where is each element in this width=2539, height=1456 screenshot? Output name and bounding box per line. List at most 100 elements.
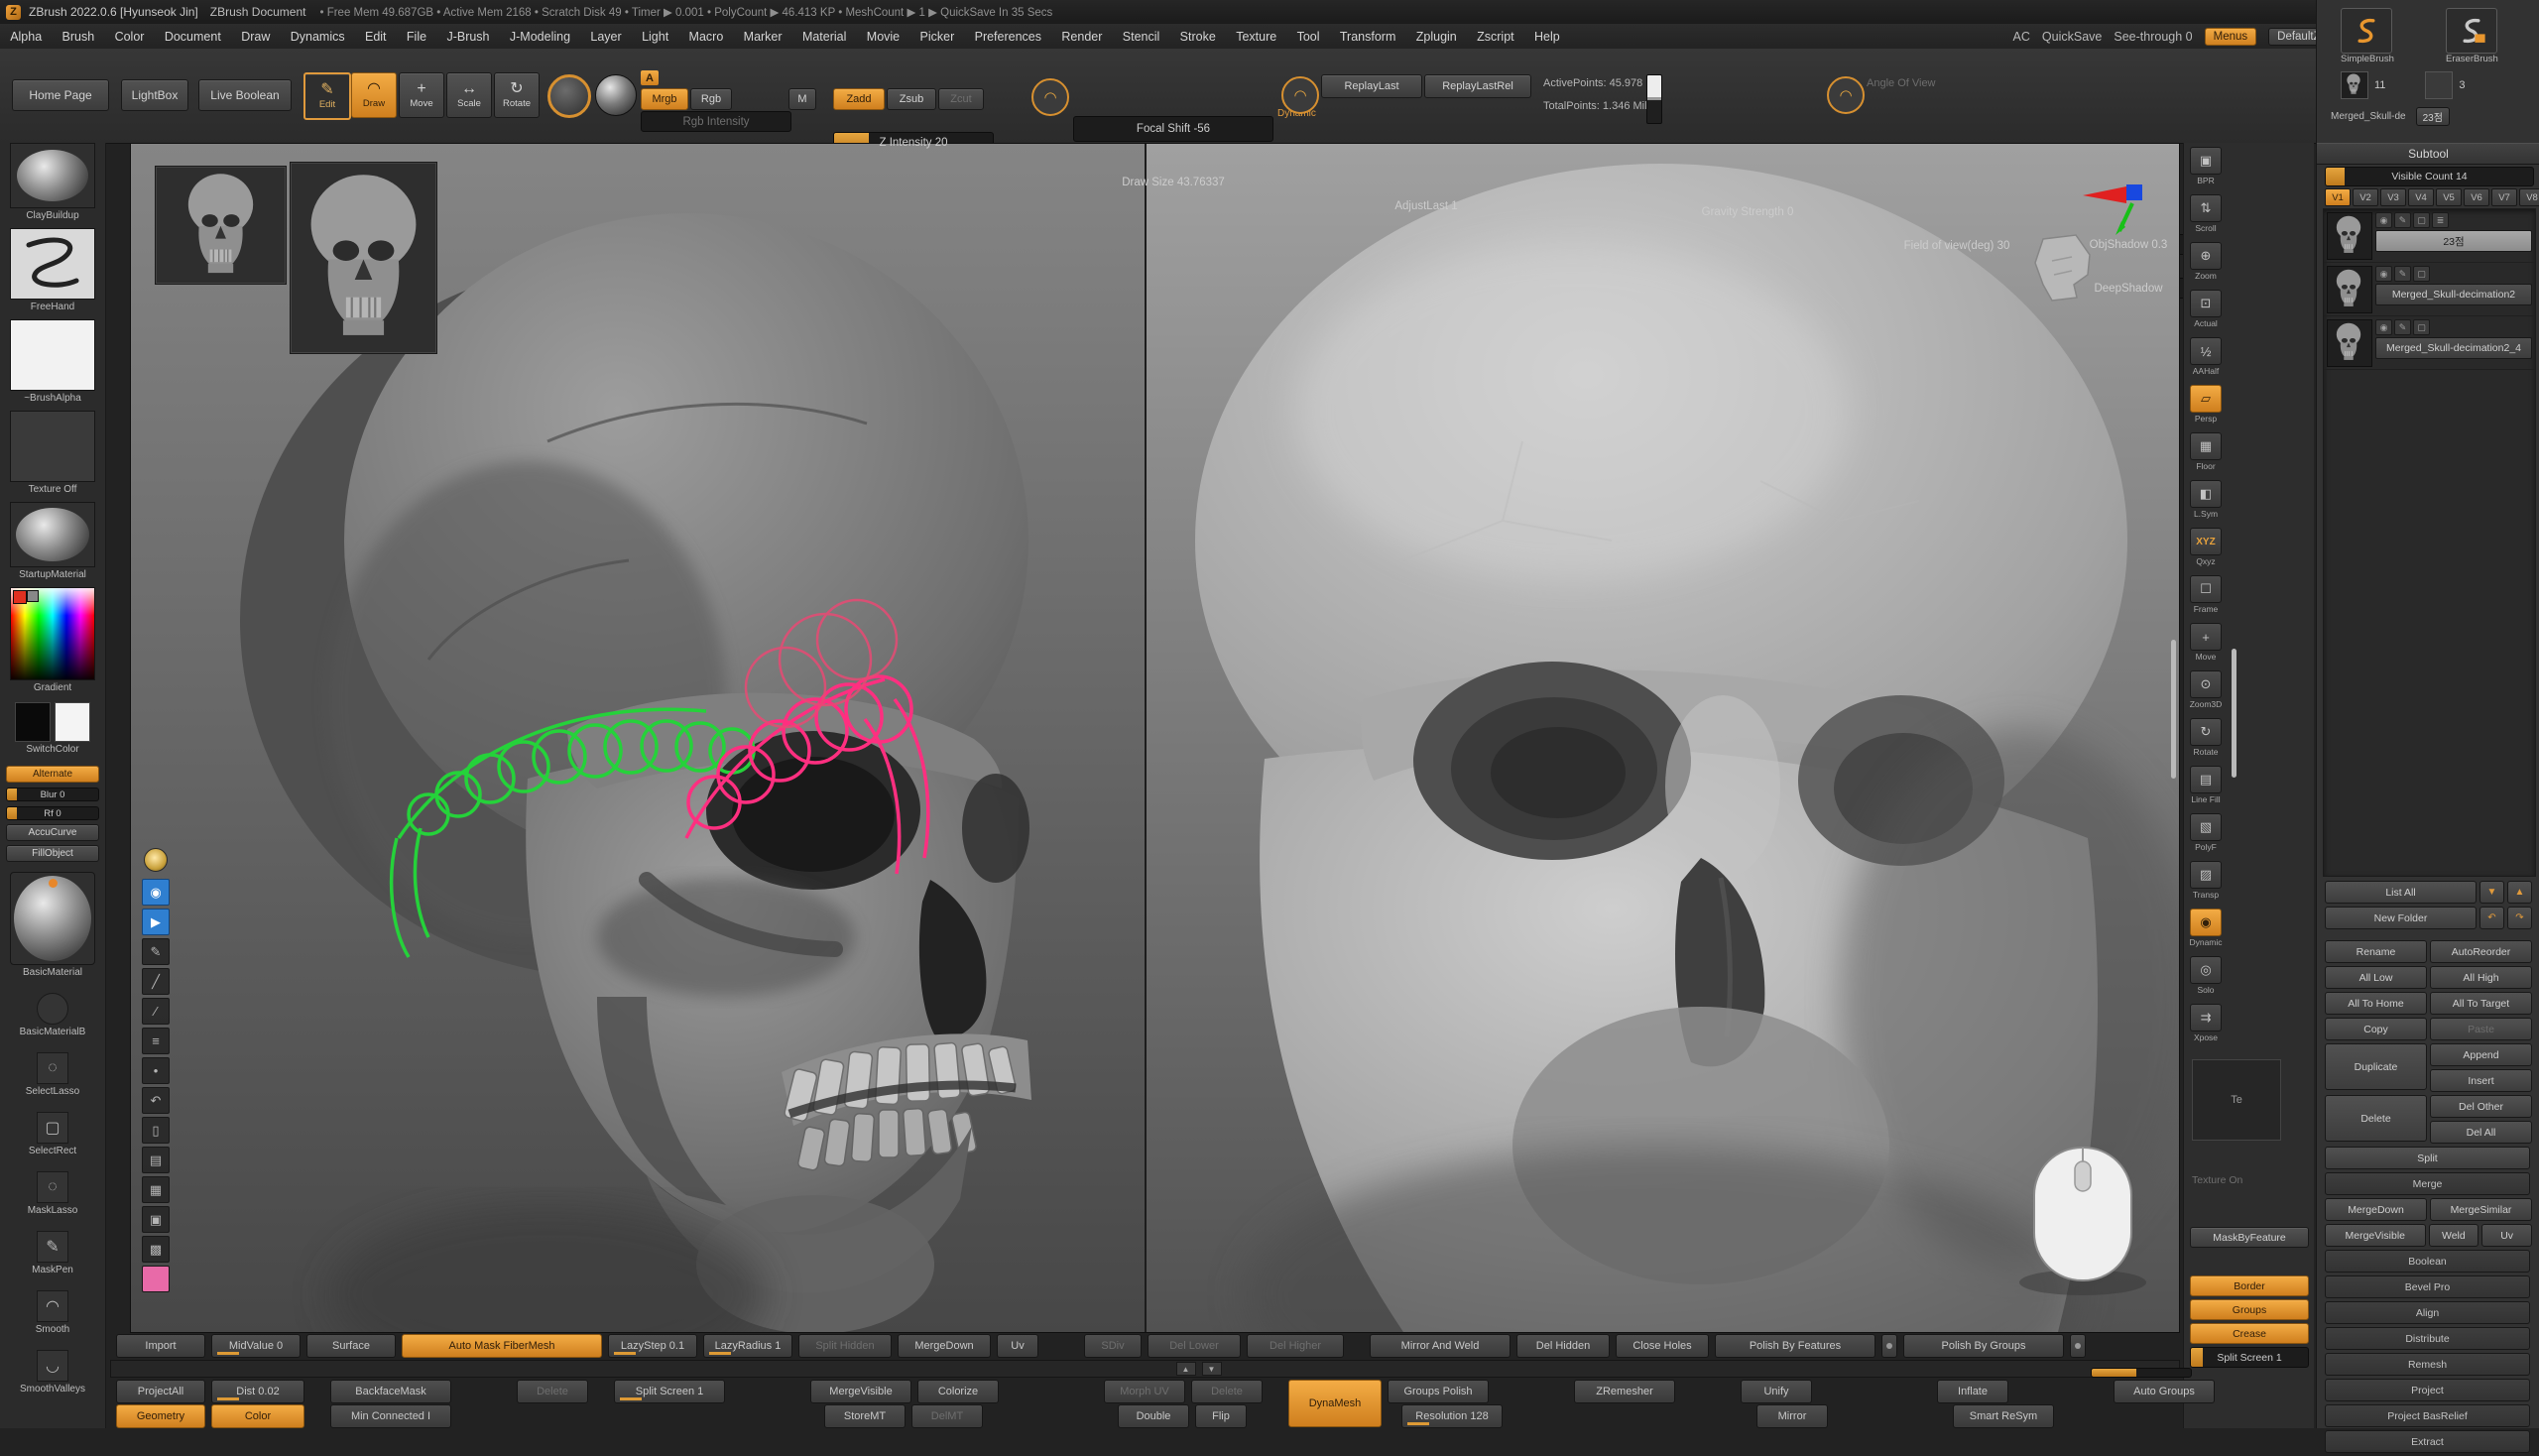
sidebar-tool-icon[interactable]: ▢	[37, 1112, 68, 1144]
sidebar-tool-icon[interactable]: ◡	[37, 1350, 68, 1382]
extract-section[interactable]: Extract	[2325, 1430, 2530, 1453]
bottom-button[interactable]: MergeDown	[898, 1334, 991, 1358]
bottom-button[interactable]: Uv	[997, 1334, 1038, 1358]
del-other-button[interactable]: Del Other	[2430, 1095, 2532, 1118]
zadd-button[interactable]: Zadd	[833, 88, 885, 110]
view-control-icon[interactable]: ½	[2190, 337, 2222, 365]
rotate-button[interactable]: ↻ Rotate	[494, 72, 540, 118]
uv-button[interactable]: Uv	[2481, 1224, 2532, 1247]
bottom-button[interactable]: DelMT	[911, 1404, 983, 1428]
view-control-icon[interactable]: ⇅	[2190, 194, 2222, 222]
menu-item[interactable]: Tool	[1286, 24, 1329, 49]
rf-slider[interactable]: Rf 0	[6, 806, 99, 820]
bottom-button[interactable]: DynaMesh	[1288, 1380, 1382, 1427]
subtool-name[interactable]: Merged_Skull-decimation2	[2375, 284, 2532, 305]
bottom-button[interactable]: Delete	[517, 1380, 588, 1403]
color-picker[interactable]	[10, 587, 95, 680]
eye-icon[interactable]: ◉	[2375, 212, 2392, 228]
bottom-button[interactable]: Auto Groups	[2114, 1380, 2215, 1403]
menu-item[interactable]: Dynamics	[281, 24, 355, 49]
view-control-icon[interactable]: ▧	[2190, 813, 2222, 841]
view-control-icon[interactable]: ▤	[2190, 766, 2222, 793]
view-control[interactable]: ◧ L.Sym	[2184, 480, 2228, 528]
bottom-button[interactable]: Colorize	[917, 1380, 999, 1403]
stroke-thumbnail[interactable]	[10, 228, 95, 300]
view-control[interactable]: ⇉ Xpose	[2184, 1004, 2228, 1051]
view-control-icon[interactable]: ↻	[2190, 718, 2222, 746]
bottom-button[interactable]: MergeVisible	[810, 1380, 911, 1403]
splitscreen-slider[interactable]: Split Screen 1	[2190, 1347, 2309, 1368]
alt-color-box[interactable]	[55, 702, 90, 742]
view-control[interactable]: ▱ Persp	[2184, 385, 2228, 432]
subtool-item[interactable]: ◉ ✎ ▢ Merged_Skull-decimation2	[2324, 263, 2535, 316]
subtool-thumbnail[interactable]	[2327, 319, 2372, 367]
quick-tool-icon[interactable]: ╱	[142, 968, 170, 995]
boolean-section[interactable]: Boolean	[2325, 1250, 2530, 1273]
brush-icon[interactable]: ✎	[2394, 319, 2411, 335]
bottom-button[interactable]: Polish By Groups	[1903, 1334, 2064, 1358]
subtool-item[interactable]: ◉ ✎ ▢ Merged_Skull-decimation2_4	[2324, 316, 2535, 370]
switchcolor-widget[interactable]	[15, 702, 90, 742]
brush-icon[interactable]: ✎	[2394, 212, 2411, 228]
view-control-icon[interactable]: ▨	[2190, 861, 2222, 889]
merge-section[interactable]: Merge	[2325, 1172, 2530, 1195]
bottom-button[interactable]: Color	[211, 1404, 304, 1428]
split-button[interactable]: Split	[2325, 1147, 2530, 1169]
redo-icon[interactable]: ↷	[2507, 907, 2532, 929]
ac-label[interactable]: AC	[2013, 30, 2030, 44]
bottom-button[interactable]: Surface	[306, 1334, 396, 1358]
subtool-list[interactable]: ◉ ✎ ▢ ≣ 23점 ◉ ✎ ▢ Merged_Skull-decimatio…	[2323, 208, 2536, 877]
bottom-button[interactable]: Morph UV	[1104, 1380, 1185, 1403]
folder-icon[interactable]: ▢	[2413, 212, 2430, 228]
menu-item[interactable]: Macro	[678, 24, 733, 49]
eye-icon[interactable]: ◉	[2375, 266, 2392, 282]
view-control-icon[interactable]: ⊙	[2190, 670, 2222, 698]
view-control-icon[interactable]: ◎	[2190, 956, 2222, 984]
view-control[interactable]: ☐ Frame	[2184, 575, 2228, 623]
menu-item[interactable]: Render	[1051, 24, 1112, 49]
variant-tab[interactable]: V4	[2408, 188, 2434, 206]
bottom-button[interactable]: Min Connected I	[330, 1404, 451, 1428]
quick-tool-icon[interactable]: •	[142, 1057, 170, 1084]
bottom-button[interactable]: Mirror	[1756, 1404, 1828, 1428]
bottom-divider[interactable]: ▲ ▼	[110, 1360, 2180, 1378]
rename-button[interactable]: Rename	[2325, 940, 2427, 963]
align-section[interactable]: Align	[2325, 1301, 2530, 1324]
bottom-button[interactable]: Del Hidden	[1516, 1334, 1610, 1358]
menu-item[interactable]: File	[397, 24, 437, 49]
variant-tab[interactable]: V2	[2353, 188, 2378, 206]
menu-item[interactable]: Brush	[52, 24, 104, 49]
quick-tool-icon[interactable]: ✎	[142, 938, 170, 965]
menu-item[interactable]: Preferences	[964, 24, 1051, 49]
bottom-button[interactable]: Import	[116, 1334, 205, 1358]
bottom-button[interactable]: Dist 0.02	[211, 1380, 304, 1403]
tool-thumbnail[interactable]	[2425, 71, 2453, 99]
del-all-button[interactable]: Del All	[2430, 1121, 2532, 1144]
view-control-icon[interactable]: ▱	[2190, 385, 2222, 413]
all-to-home-button[interactable]: All To Home	[2325, 992, 2427, 1015]
startup-material-thumbnail[interactable]	[10, 502, 95, 567]
document-canvas[interactable]: ◉▶✎╱∕≡•↶▯▤▦▣▩	[130, 143, 2180, 1333]
bottom-button[interactable]: LazyStep 0.1	[608, 1334, 697, 1358]
bevel-pro-section[interactable]: Bevel Pro	[2325, 1275, 2530, 1298]
quick-tool-icon[interactable]: ↶	[142, 1087, 170, 1114]
quick-tool-icon[interactable]: ▶	[142, 909, 170, 935]
groups-button[interactable]: Groups	[2190, 1299, 2309, 1320]
home-page-button[interactable]: Home Page	[12, 79, 109, 111]
bottom-button[interactable]: Split Hidden	[798, 1334, 892, 1358]
view-control-icon[interactable]: ◉	[2190, 909, 2222, 936]
menu-item[interactable]: Draw	[231, 24, 281, 49]
collapse-down-icon[interactable]: ▼	[1202, 1362, 1222, 1376]
secondary-color-swatch[interactable]	[27, 590, 39, 602]
all-to-target-button[interactable]: All To Target	[2430, 992, 2532, 1015]
simplebrush-card[interactable]: SimpleBrush	[2341, 8, 2394, 64]
eye-icon[interactable]: ◉	[2375, 319, 2392, 335]
menu-item[interactable]: Texture	[1226, 24, 1286, 49]
subtool-item[interactable]: ◉ ✎ ▢ ≣ 23점	[2324, 209, 2535, 263]
crease-button[interactable]: Crease	[2190, 1323, 2309, 1344]
current-tool-label[interactable]: Merged_Skull-de	[2331, 111, 2406, 122]
move-button[interactable]: + Move	[399, 72, 444, 118]
scroll-up-icon[interactable]: ▲	[2507, 881, 2532, 904]
menu-item[interactable]: Movie	[857, 24, 910, 49]
bottom-button[interactable]: Geometry	[116, 1404, 205, 1428]
